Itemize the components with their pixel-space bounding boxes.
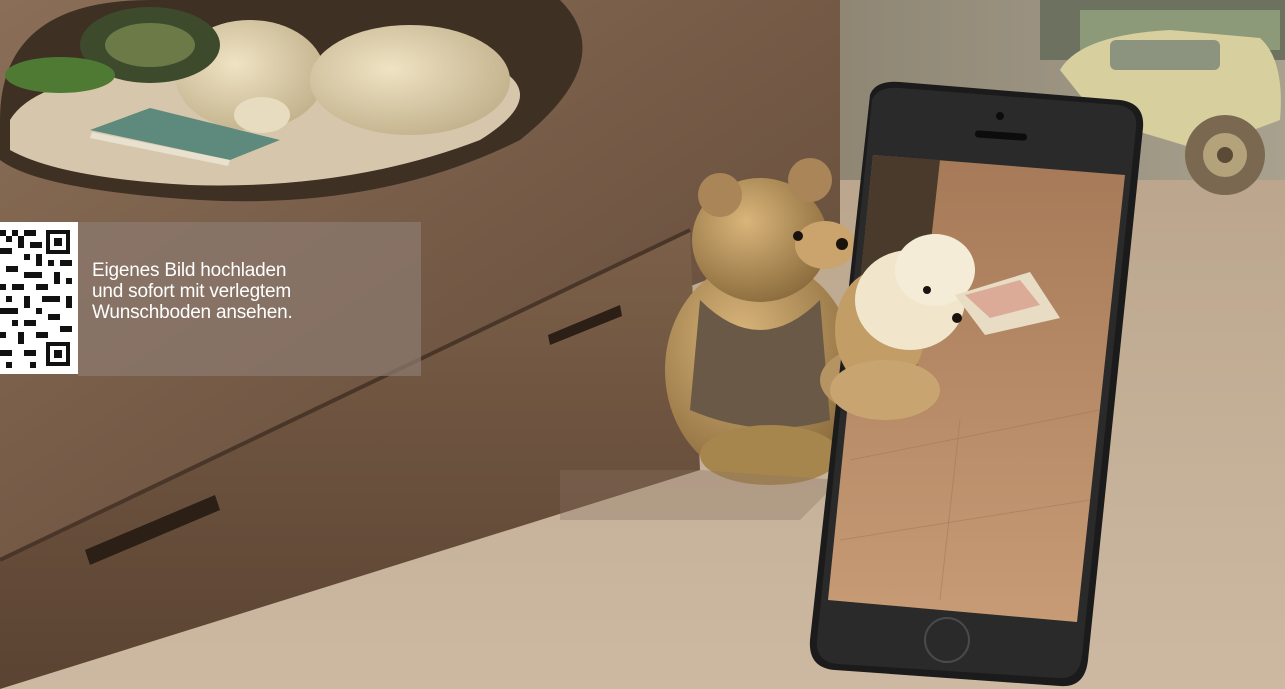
upload-callout: Eigenes Bild hochladen und sofort mit ve…: [78, 222, 421, 376]
callout-text: Eigenes Bild hochladen und sofort mit ve…: [92, 260, 412, 323]
hero-image: Eigenes Bild hochladen und sofort mit ve…: [0, 0, 1285, 689]
qr-code[interactable]: [0, 222, 78, 374]
callout-line-1: Eigenes Bild hochladen: [92, 260, 287, 281]
qr-code-icon: [0, 222, 78, 374]
callout-line-3: Wunschboden ansehen.: [92, 302, 293, 323]
callout-line-2: und sofort mit verlegtem: [92, 281, 292, 302]
